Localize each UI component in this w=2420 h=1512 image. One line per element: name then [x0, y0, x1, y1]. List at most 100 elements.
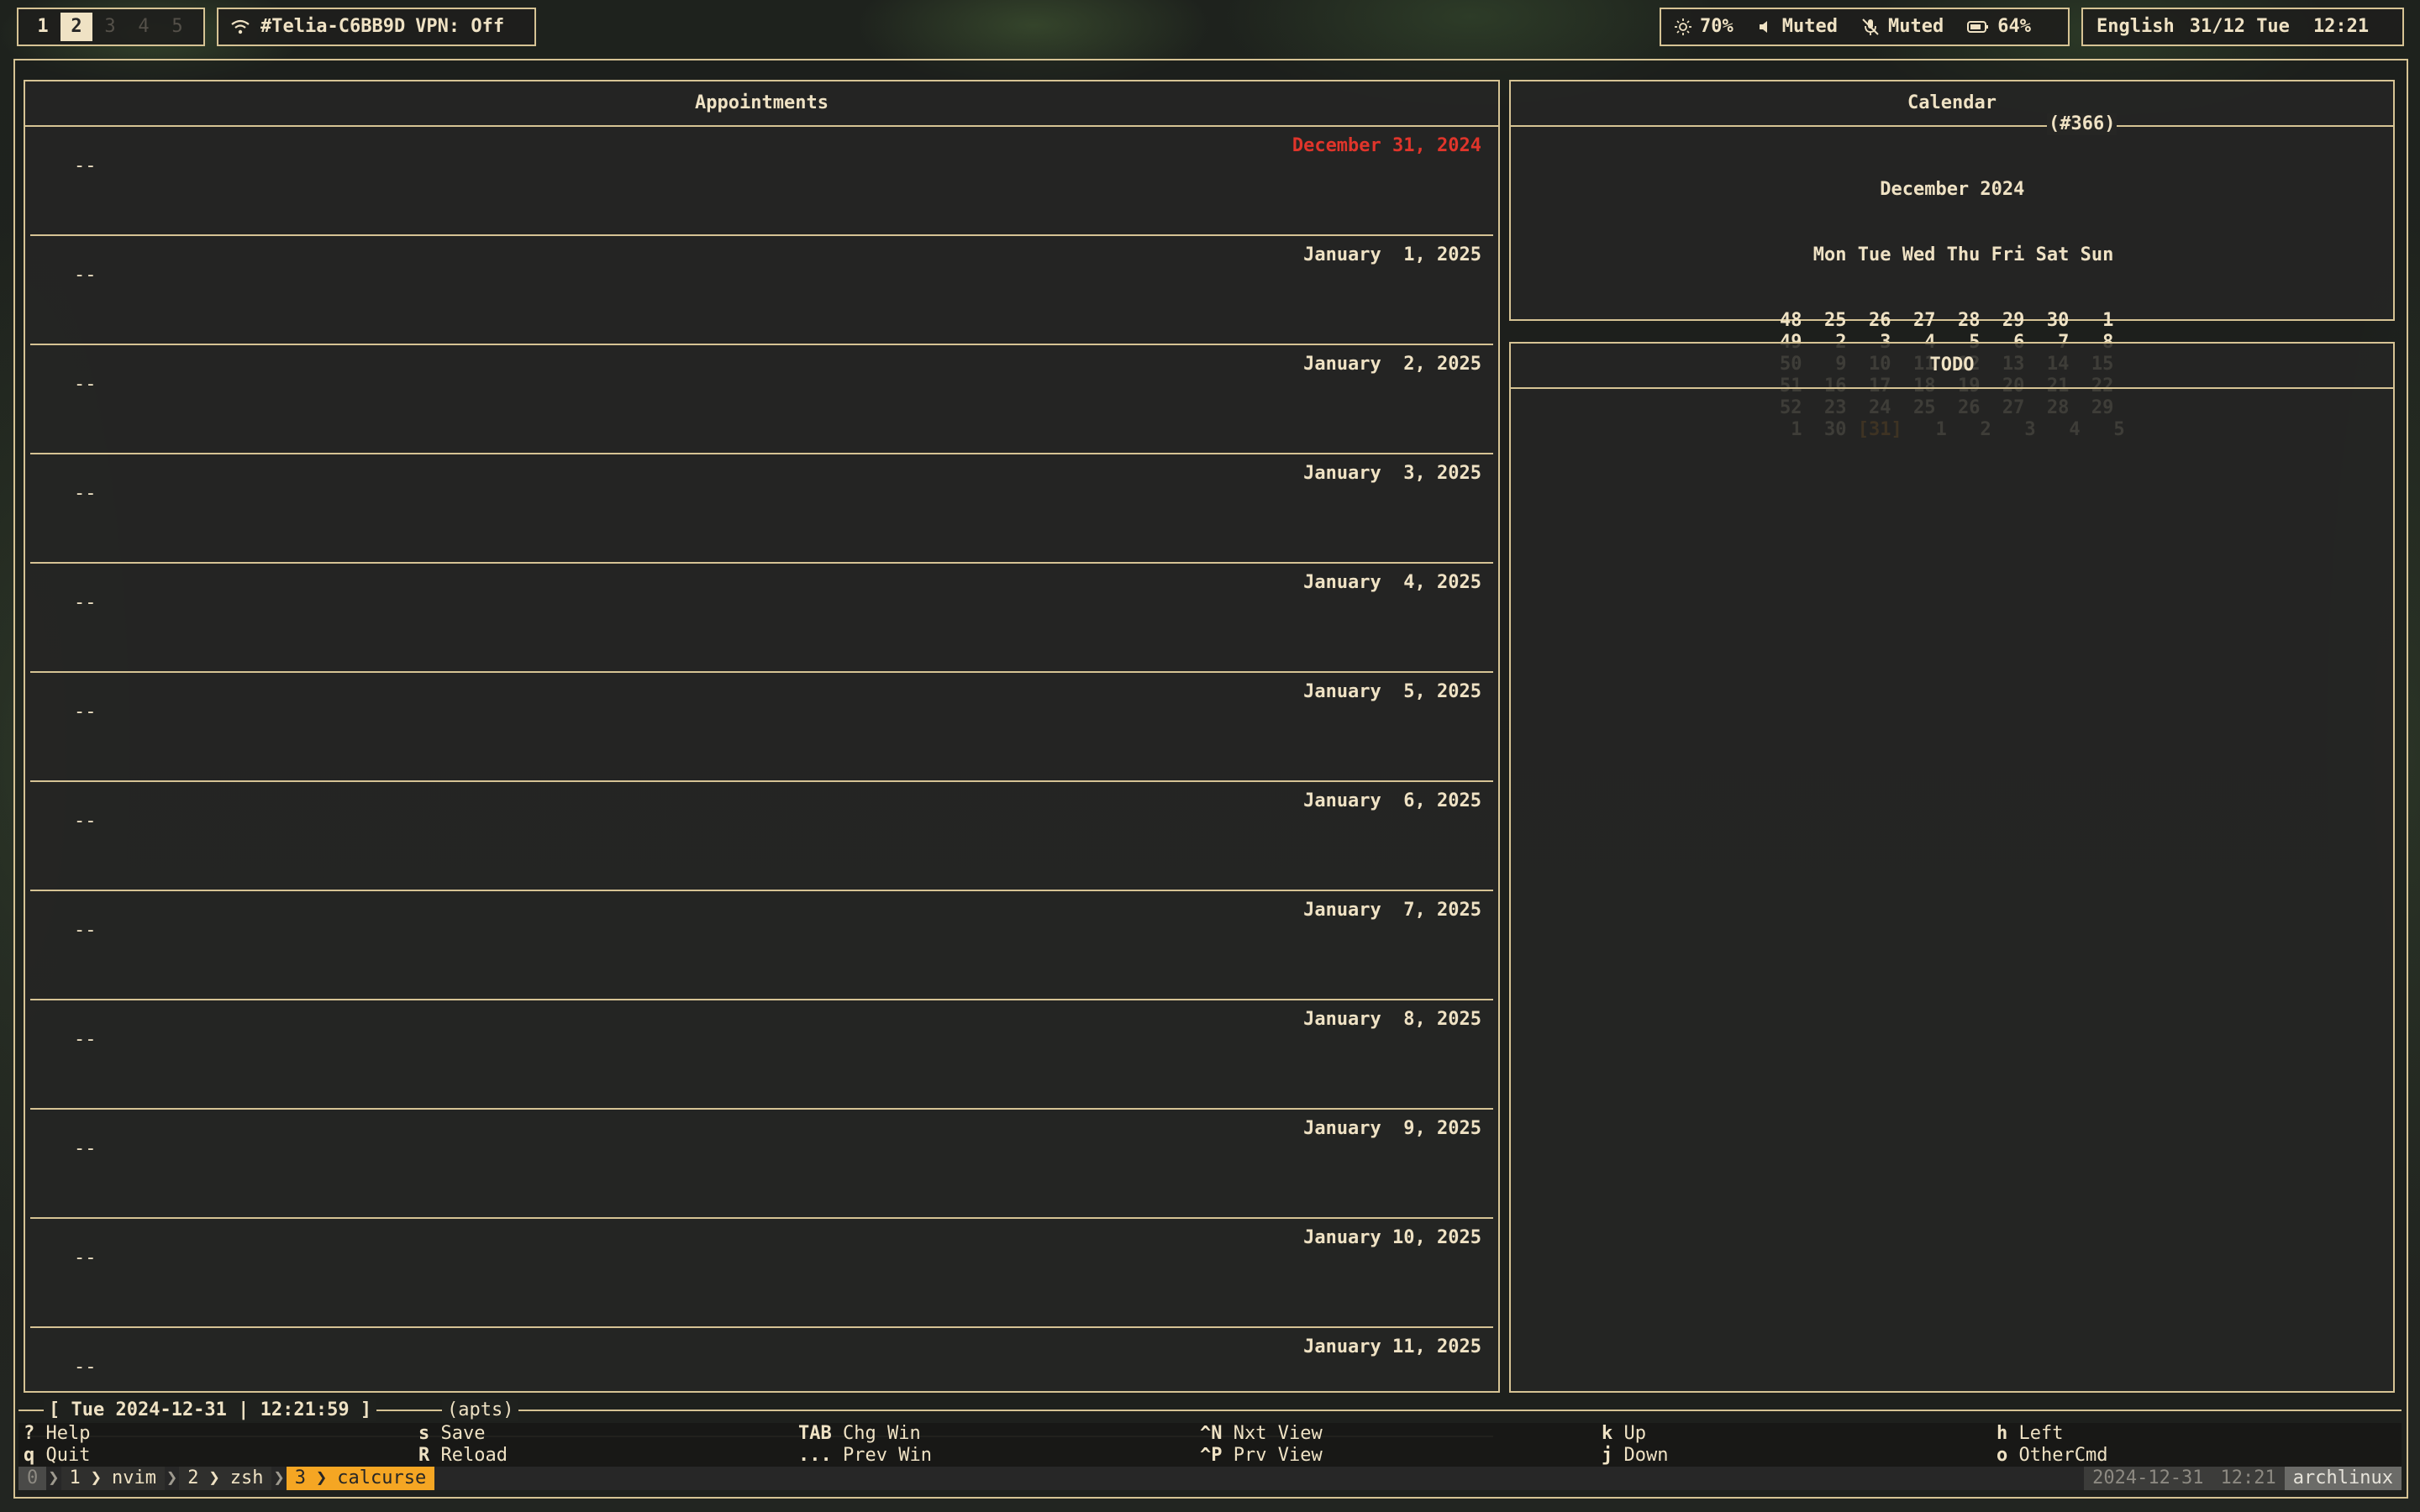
calendar-day[interactable]: 29 [1980, 310, 2025, 331]
key-hint-key: s [418, 1423, 430, 1444]
tmux-window-index[interactable]: 3 [286, 1467, 314, 1490]
wifi-icon [230, 18, 250, 35]
day-empty-entry: -- [74, 1138, 97, 1159]
key-hint: j Down [1602, 1445, 1668, 1467]
day-empty-entry: -- [74, 374, 97, 395]
brightness-value: 70% [1700, 16, 1733, 37]
key-hint-label: Left [2018, 1423, 2064, 1444]
day-section[interactable]: January 1, 2025 -- [30, 234, 1493, 345]
day-empty-entry: -- [74, 1247, 97, 1268]
mic-status: Muted [1887, 16, 1944, 37]
workspace-1[interactable]: 1 [27, 13, 59, 41]
tmux-window-name[interactable]: zsh [221, 1467, 272, 1490]
day-date: January 9, 2025 [1303, 1118, 1481, 1139]
status-mode: (apts) [442, 1399, 519, 1421]
todo-title: TODO [1511, 344, 2393, 389]
day-section[interactable]: January 5, 2025 -- [30, 671, 1493, 782]
day-empty-entry: -- [74, 1357, 97, 1378]
calendar-day[interactable]: 25 [1802, 310, 1847, 331]
key-hint: ^P Prv View [1200, 1445, 1323, 1467]
todo-panel[interactable]: TODO [1509, 342, 2395, 1393]
day-section[interactable]: January 6, 2025 -- [30, 780, 1493, 891]
calendar-day[interactable]: 1 [2069, 310, 2113, 331]
appointments-title: Appointments [25, 81, 1498, 127]
day-empty-entry: -- [74, 483, 97, 504]
clock-widget[interactable]: English 31/12 Tue 12:21 [2081, 8, 2404, 46]
day-empty-entry: -- [74, 592, 97, 613]
chevron-right-icon: ❯ [313, 1467, 329, 1490]
tmux-status-bar: 0 ❯ 1 ❯ nvim ❯ 2 ❯ zsh ❯ 3 ❯ calcurse 2024-12-31 12… [18, 1467, 2402, 1490]
day-date: December 31, 2024 [1292, 135, 1481, 156]
date-text: 31/12 Tue [2189, 16, 2290, 37]
key-hint: ^N Nxt View [1200, 1423, 1323, 1445]
workspace-2[interactable]: 2 [60, 13, 92, 41]
key-hint-label: Save [440, 1423, 486, 1444]
key-help-bar: ? Help q Quit s Save R Reload TAB Chg Win...… [18, 1423, 2402, 1468]
key-hint-label: Nxt View [1233, 1423, 1323, 1444]
day-date: January 4, 2025 [1303, 572, 1481, 593]
key-hint: s Save [418, 1423, 485, 1445]
chevron-right-icon: ❯ [48, 1467, 60, 1488]
calendar-week-row: 48 25 26 27 28 29 30 1 [1780, 310, 2125, 332]
key-hint: o OtherCmd [1996, 1445, 2107, 1467]
day-section[interactable]: January 7, 2025 -- [30, 890, 1493, 1000]
chevron-right-icon: ❯ [88, 1467, 103, 1490]
network-name: #Telia-C6BB9D [260, 16, 406, 37]
network-status[interactable]: #Telia-C6BB9D VPN: Off [217, 8, 536, 46]
workspace-5[interactable]: 5 [161, 13, 193, 41]
day-section[interactable]: January 10, 2025 -- [30, 1217, 1493, 1328]
speaker-icon[interactable] [1757, 18, 1774, 35]
calcurse-status-line: [ Tue 2024-12-31 | 12:21:59 ] (apts) [18, 1399, 2402, 1421]
day-date: January 2, 2025 [1303, 354, 1481, 375]
day-date: January 11, 2025 [1303, 1336, 1481, 1357]
key-hint: h Left [1996, 1423, 2063, 1445]
chevron-right-icon: ❯ [166, 1467, 178, 1488]
tmux-window-name[interactable]: nvim [103, 1467, 165, 1490]
calendar-day[interactable]: 26 [1846, 310, 1891, 331]
calendar-title: Calendar [1511, 81, 2393, 127]
calendar-day[interactable]: 30 [2024, 310, 2070, 331]
day-empty-entry: -- [74, 155, 97, 176]
workspace-4[interactable]: 4 [128, 13, 160, 41]
tmux-window-name[interactable]: calcurse [329, 1467, 435, 1490]
workspace-3[interactable]: 3 [94, 13, 126, 41]
week-number: 48 [1780, 310, 1802, 331]
day-section[interactable]: January 2, 2025 -- [30, 344, 1493, 454]
status-datetime: [ Tue 2024-12-31 | 12:21:59 ] [44, 1399, 377, 1421]
day-section[interactable]: January 8, 2025 -- [30, 999, 1493, 1110]
day-date: January 10, 2025 [1303, 1227, 1481, 1248]
day-date: January 5, 2025 [1303, 681, 1481, 702]
calendar-day[interactable]: 28 [1935, 310, 1981, 331]
calendar-day[interactable]: 27 [1891, 310, 1936, 331]
day-date: January 8, 2025 [1303, 1009, 1481, 1030]
calendar-month: December 2024 [1880, 179, 2025, 200]
key-hint-key: ? [24, 1423, 35, 1444]
day-empty-entry: -- [74, 701, 97, 722]
mic-muted-icon[interactable] [1861, 18, 1880, 36]
day-section[interactable]: January 3, 2025 -- [30, 453, 1493, 564]
day-section[interactable]: January 4, 2025 -- [30, 562, 1493, 673]
tmux-window-index[interactable]: 2 [179, 1467, 208, 1490]
day-section[interactable]: December 31, 2024 -- [30, 125, 1493, 236]
key-hint-label: Down [1623, 1445, 1669, 1466]
day-section[interactable]: January 9, 2025 -- [30, 1108, 1493, 1219]
volume-status: Muted [1781, 16, 1838, 37]
key-hint-key: k [1602, 1423, 1613, 1444]
calendar-panel[interactable]: Calendar (#366) December 2024 Mon Tue We… [1509, 80, 2395, 440]
tmux-session[interactable]: 0 [18, 1467, 47, 1490]
key-hint-key: o [1996, 1445, 2008, 1466]
key-hint-label: OtherCmd [2018, 1445, 2108, 1466]
battery-value: 64% [1997, 16, 2031, 37]
tmux-hostname: archlinux [2284, 1467, 2402, 1490]
appointments-panel[interactable]: Appointments December 31, 2024 -- January … [24, 80, 1500, 1437]
day-empty-entry: -- [74, 1029, 97, 1050]
vpn-status: VPN: Off [415, 16, 505, 37]
day-of-year: (#366) [2047, 113, 2118, 135]
tmux-window-index[interactable]: 1 [60, 1467, 89, 1490]
key-hint-key: q [24, 1445, 35, 1466]
day-empty-entry: -- [74, 811, 97, 832]
keyboard-layout[interactable]: English [2096, 16, 2175, 38]
key-hint: R Reload [418, 1445, 508, 1467]
key-hint: ? Help [24, 1423, 90, 1445]
key-hint: ... Prev Win [798, 1445, 932, 1467]
